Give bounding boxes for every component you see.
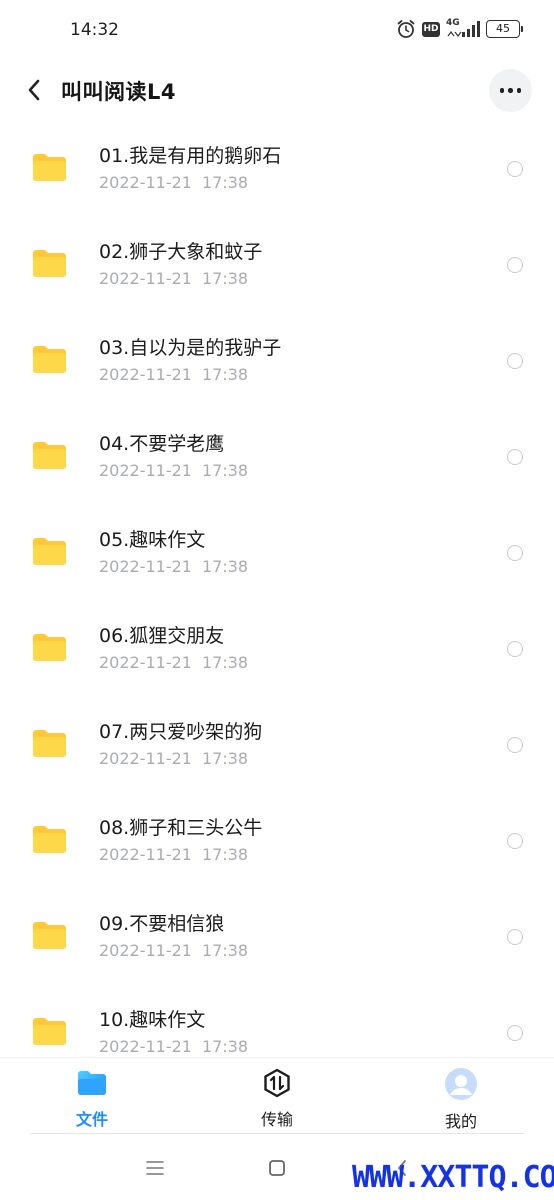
file-name: 05.趣味作文 xyxy=(99,529,206,551)
menu-icon xyxy=(146,1161,164,1175)
select-checkbox[interactable] xyxy=(507,929,523,945)
more-dot xyxy=(508,88,513,93)
file-list: 01.我是有用的鹅卵石 2022-11-21 17:38 02.狮子大象和蚊子 2022… xyxy=(0,121,554,1057)
folder-icon xyxy=(33,154,66,181)
folder-icon xyxy=(76,1068,108,1098)
tab-files-label: 文件 xyxy=(75,1110,108,1129)
tab-files[interactable]: 文件 xyxy=(47,1068,137,1130)
file-time: 17:38 xyxy=(202,461,249,480)
battery-icon: 45 xyxy=(486,20,523,38)
status-bar: 14:32 HD 4G 45 xyxy=(0,0,554,62)
file-date: 2022-11-21 xyxy=(99,557,192,576)
folder-icon xyxy=(33,1018,66,1045)
file-name: 07.两只爱吵架的狗 xyxy=(99,721,263,743)
status-icons: HD 4G 45 xyxy=(396,18,523,39)
file-date: 2022-11-21 xyxy=(99,845,192,864)
list-item[interactable]: 01.我是有用的鹅卵石 2022-11-21 17:38 xyxy=(0,121,554,217)
tab-me[interactable]: 我的 xyxy=(416,1068,506,1131)
file-date: 2022-11-21 xyxy=(99,653,192,672)
list-item[interactable]: 09.不要相信狼 2022-11-21 17:38 xyxy=(0,889,554,985)
select-checkbox[interactable] xyxy=(507,449,523,465)
file-date: 2022-11-21 xyxy=(99,269,192,288)
file-time: 17:38 xyxy=(202,557,249,576)
file-name: 10.趣味作文 xyxy=(99,1009,206,1031)
home-square-icon xyxy=(269,1160,285,1176)
file-name: 01.我是有用的鹅卵石 xyxy=(99,145,282,167)
app-header: 叫叫阅读L4 xyxy=(0,62,554,120)
avatar-icon xyxy=(445,1068,477,1100)
file-time: 17:38 xyxy=(202,1037,249,1056)
folder-icon xyxy=(33,826,66,853)
select-checkbox[interactable] xyxy=(507,257,523,273)
list-item[interactable]: 08.狮子和三头公牛 2022-11-21 17:38 xyxy=(0,793,554,889)
select-checkbox[interactable] xyxy=(507,353,523,369)
status-time: 14:32 xyxy=(70,20,119,40)
folder-icon xyxy=(33,538,66,565)
more-button[interactable] xyxy=(489,69,532,112)
select-checkbox[interactable] xyxy=(507,641,523,657)
list-item[interactable]: 03.自以为是的我驴子 2022-11-21 17:38 xyxy=(0,313,554,409)
file-name: 04.不要学老鹰 xyxy=(99,433,225,455)
select-checkbox[interactable] xyxy=(507,737,523,753)
file-time: 17:38 xyxy=(202,269,249,288)
select-checkbox[interactable] xyxy=(507,833,523,849)
file-name: 06.狐狸交朋友 xyxy=(99,625,225,647)
file-date: 2022-11-21 xyxy=(99,173,192,192)
folder-icon xyxy=(33,634,66,661)
file-date: 2022-11-21 xyxy=(99,365,192,384)
list-item[interactable]: 07.两只爱吵架的狗 2022-11-21 17:38 xyxy=(0,697,554,793)
watermark: WWW.XXTTQ.COM xyxy=(352,1160,554,1195)
folder-icon xyxy=(33,250,66,277)
file-name: 09.不要相信狼 xyxy=(99,913,225,935)
list-item[interactable]: 10.趣味作文 2022-11-21 17:38 xyxy=(0,985,554,1057)
folder-icon xyxy=(33,730,66,757)
file-time: 17:38 xyxy=(202,845,249,864)
select-checkbox[interactable] xyxy=(507,1025,523,1041)
list-item[interactable]: 04.不要学老鹰 2022-11-21 17:38 xyxy=(0,409,554,505)
list-item[interactable]: 02.狮子大象和蚊子 2022-11-21 17:38 xyxy=(0,217,554,313)
bottom-nav: 文件 传输 我的 xyxy=(0,1057,554,1133)
page-title: 叫叫阅读L4 xyxy=(61,80,176,104)
file-name: 03.自以为是的我驴子 xyxy=(99,337,282,359)
transfer-icon xyxy=(261,1068,293,1098)
home-button[interactable] xyxy=(263,1154,291,1182)
tab-transfer-label: 传输 xyxy=(260,1110,293,1129)
hd-icon: HD xyxy=(422,21,440,37)
file-name: 08.狮子和三头公牛 xyxy=(99,817,263,839)
tab-transfer[interactable]: 传输 xyxy=(232,1068,322,1130)
file-time: 17:38 xyxy=(202,749,249,768)
file-time: 17:38 xyxy=(202,941,249,960)
file-time: 17:38 xyxy=(202,365,249,384)
file-time: 17:38 xyxy=(202,173,249,192)
select-checkbox[interactable] xyxy=(507,161,523,177)
file-time: 17:38 xyxy=(202,653,249,672)
file-date: 2022-11-21 xyxy=(99,749,192,768)
alarm-icon xyxy=(396,19,416,39)
tab-me-label: 我的 xyxy=(444,1112,477,1131)
more-dot xyxy=(516,88,522,93)
file-name: 02.狮子大象和蚊子 xyxy=(99,241,263,263)
signal-icon: 4G xyxy=(446,18,480,38)
list-item[interactable]: 05.趣味作文 2022-11-21 17:38 xyxy=(0,505,554,601)
folder-icon xyxy=(33,346,66,373)
file-date: 2022-11-21 xyxy=(99,461,192,480)
chevron-left-icon xyxy=(28,79,40,101)
list-item[interactable]: 06.狐狸交朋友 2022-11-21 17:38 xyxy=(0,601,554,697)
folder-icon xyxy=(33,922,66,949)
file-date: 2022-11-21 xyxy=(99,941,192,960)
back-button[interactable] xyxy=(18,74,50,106)
file-date: 2022-11-21 xyxy=(99,1037,192,1056)
menu-button[interactable] xyxy=(141,1154,169,1182)
folder-icon xyxy=(33,442,66,469)
more-dot xyxy=(499,88,505,93)
select-checkbox[interactable] xyxy=(507,545,523,561)
